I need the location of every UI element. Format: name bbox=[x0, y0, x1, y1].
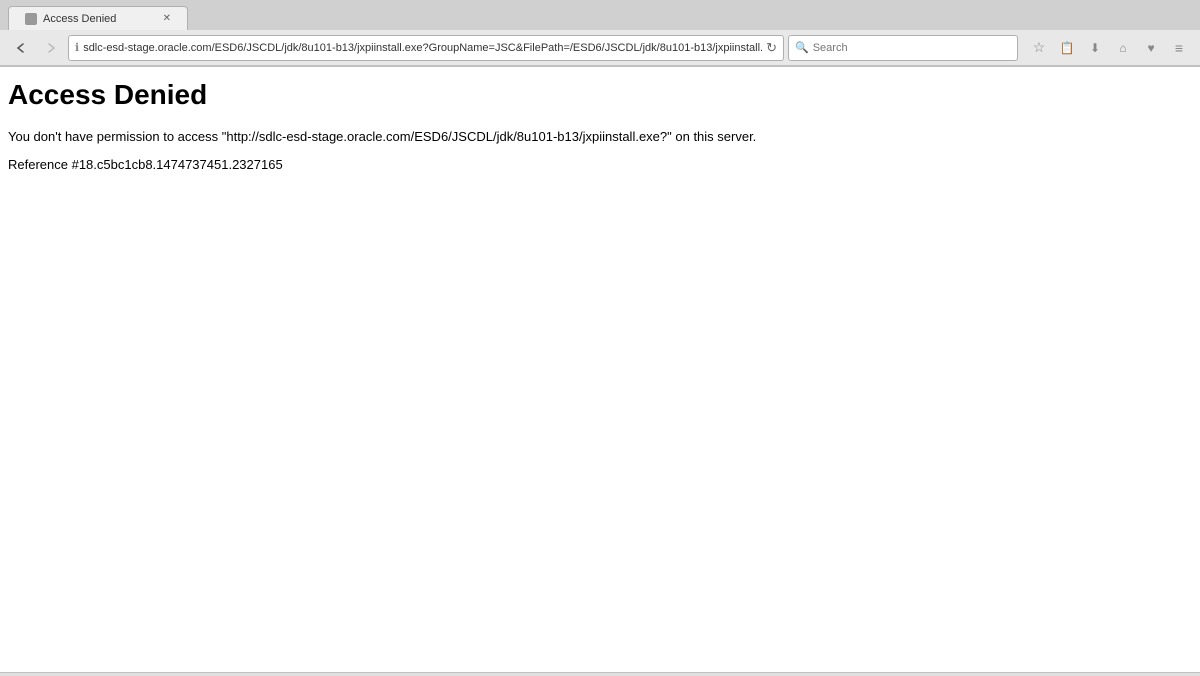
reload-icon[interactable]: ↻ bbox=[766, 40, 777, 56]
error-url: http://sdlc-esd-stage.oracle.com/ESD6/JS… bbox=[226, 129, 667, 144]
back-button[interactable] bbox=[8, 35, 34, 61]
star-icon: ☆ bbox=[1033, 39, 1046, 56]
tab-close-icon[interactable]: ✕ bbox=[163, 13, 171, 24]
heart-icon: ♥ bbox=[1147, 41, 1154, 55]
home-icon: ⌂ bbox=[1119, 41, 1126, 55]
page-title: Access Denied bbox=[8, 79, 1192, 111]
reference-text: Reference #18.c5bc1cb8.1474737451.232716… bbox=[8, 157, 1192, 172]
error-text-before: You don't have permission to access " bbox=[8, 129, 226, 144]
search-bar-container: 🔍 bbox=[788, 35, 1018, 61]
reading-list-icon: 📋 bbox=[1060, 41, 1075, 55]
forward-icon bbox=[45, 42, 57, 54]
toolbar-icons: ☆ 📋 ⬇ ⌂ ♥ ≡ bbox=[1026, 35, 1192, 61]
search-icon: 🔍 bbox=[795, 41, 809, 54]
page-content: Access Denied You don't have permission … bbox=[0, 67, 1200, 672]
error-description: You don't have permission to access "htt… bbox=[8, 127, 1192, 147]
browser-chrome: Access Denied ✕ ℹ ↻ 🔍 bbox=[0, 0, 1200, 67]
menu-icon: ≡ bbox=[1175, 40, 1183, 56]
browser-tab[interactable]: Access Denied ✕ bbox=[8, 6, 188, 30]
error-text-after: " on this server. bbox=[667, 129, 756, 144]
menu-button[interactable]: ≡ bbox=[1166, 35, 1192, 61]
tab-label: Access Denied bbox=[43, 13, 116, 25]
download-button[interactable]: ⬇ bbox=[1082, 35, 1108, 61]
home-button[interactable]: ⌂ bbox=[1110, 35, 1136, 61]
address-bar-container: ℹ ↻ bbox=[68, 35, 784, 61]
forward-button[interactable] bbox=[38, 35, 64, 61]
address-bar[interactable] bbox=[83, 42, 762, 54]
bookmark-star-button[interactable]: ☆ bbox=[1026, 35, 1052, 61]
search-input[interactable] bbox=[813, 42, 1011, 54]
status-bar bbox=[0, 672, 1200, 676]
security-icon: ℹ bbox=[75, 41, 79, 54]
back-icon bbox=[15, 42, 27, 54]
download-icon: ⬇ bbox=[1090, 41, 1100, 55]
favorites-button[interactable]: ♥ bbox=[1138, 35, 1164, 61]
tab-bar: Access Denied ✕ bbox=[0, 0, 1200, 30]
browser-toolbar: ℹ ↻ 🔍 ☆ 📋 ⬇ ⌂ ♥ bbox=[0, 30, 1200, 66]
reading-list-button[interactable]: 📋 bbox=[1054, 35, 1080, 61]
tab-favicon-icon bbox=[25, 13, 37, 25]
